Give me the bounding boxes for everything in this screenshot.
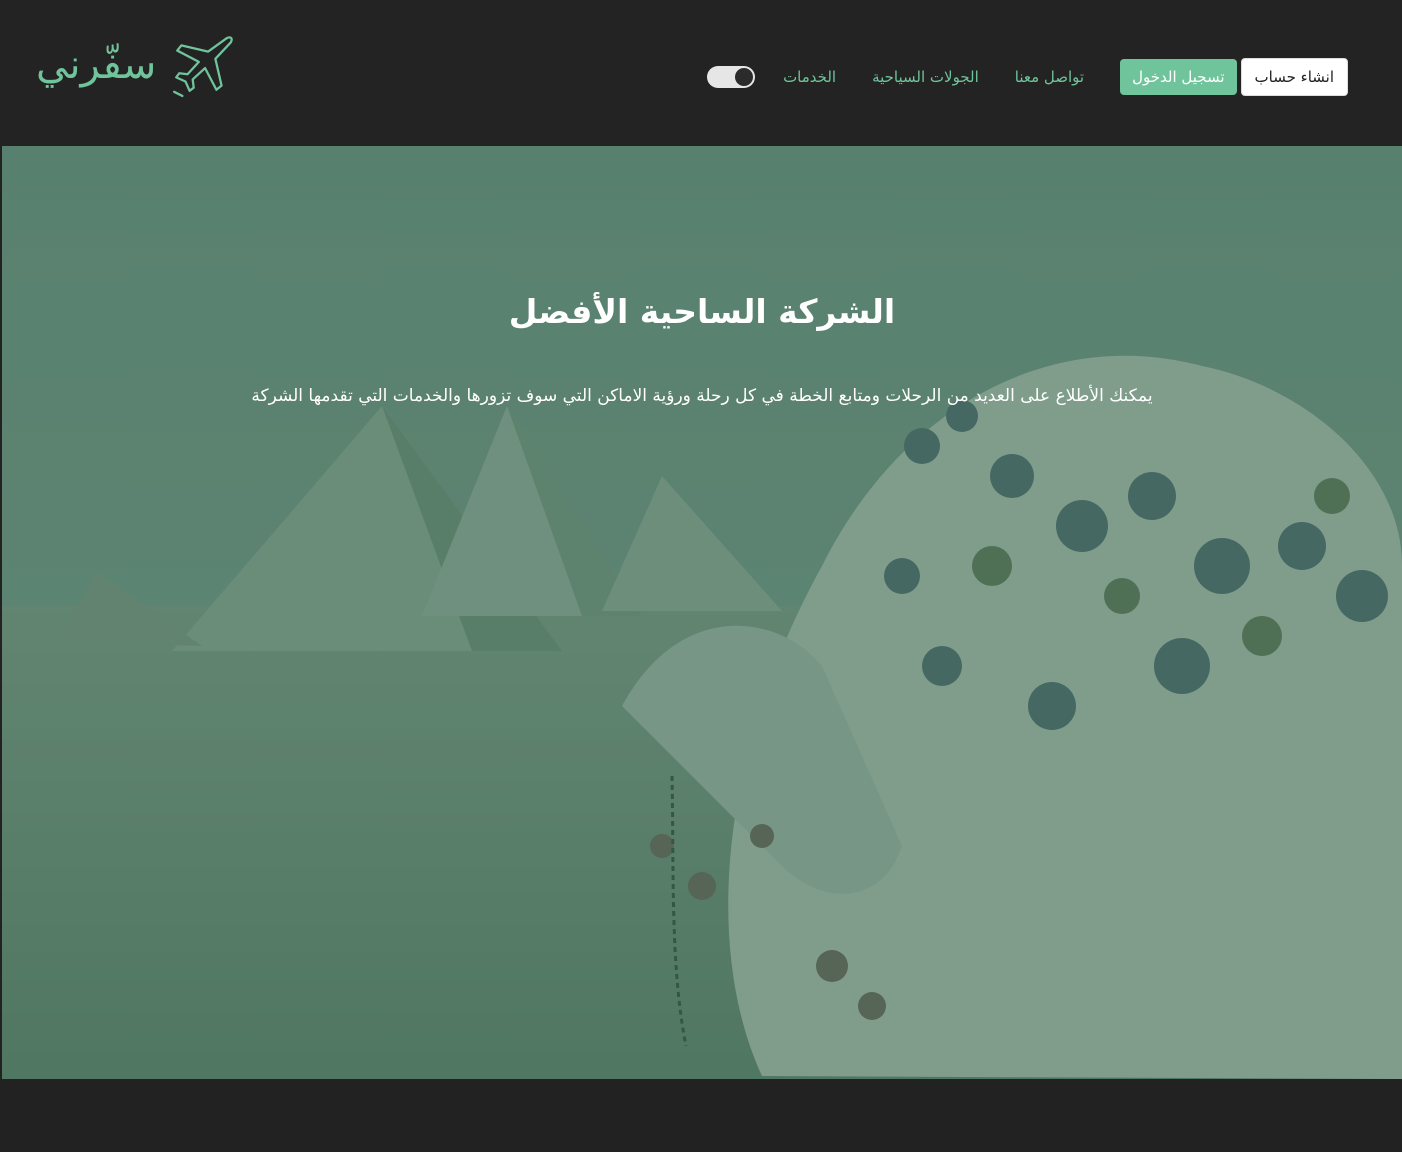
hero-title: الشركة الساحية الأفضل [508, 292, 896, 331]
main-nav: انشاء حساب تسجيل الدخول تواصل معنا الجول… [707, 58, 1348, 96]
hero-section: الشركة الساحية الأفضل يمكنك الأطلاع على … [2, 146, 1402, 1079]
brand-logo[interactable]: سفّرني [36, 30, 236, 100]
hero-overlay [2, 146, 1402, 1079]
site-header: سفّرني انشاء حساب تسجيل الدخول تواصل معن… [0, 0, 1402, 146]
nav-link-contact[interactable]: تواصل معنا [1015, 68, 1084, 86]
nav-link-services[interactable]: الخدمات [783, 68, 836, 86]
brand-name: سفّرني [36, 42, 157, 88]
airplane-icon [173, 36, 234, 98]
signup-button[interactable]: انشاء حساب [1240, 58, 1348, 96]
page-bottom [0, 1079, 1402, 1152]
nav-link-tours[interactable]: الجولات السياحية [872, 68, 979, 86]
login-button[interactable]: تسجيل الدخول [1120, 59, 1237, 95]
toggle-knob [735, 68, 754, 86]
theme-toggle[interactable] [707, 66, 756, 88]
hero-subtitle: يمكنك الأطلاع على العديد من الرحلات ومتا… [251, 386, 1153, 406]
